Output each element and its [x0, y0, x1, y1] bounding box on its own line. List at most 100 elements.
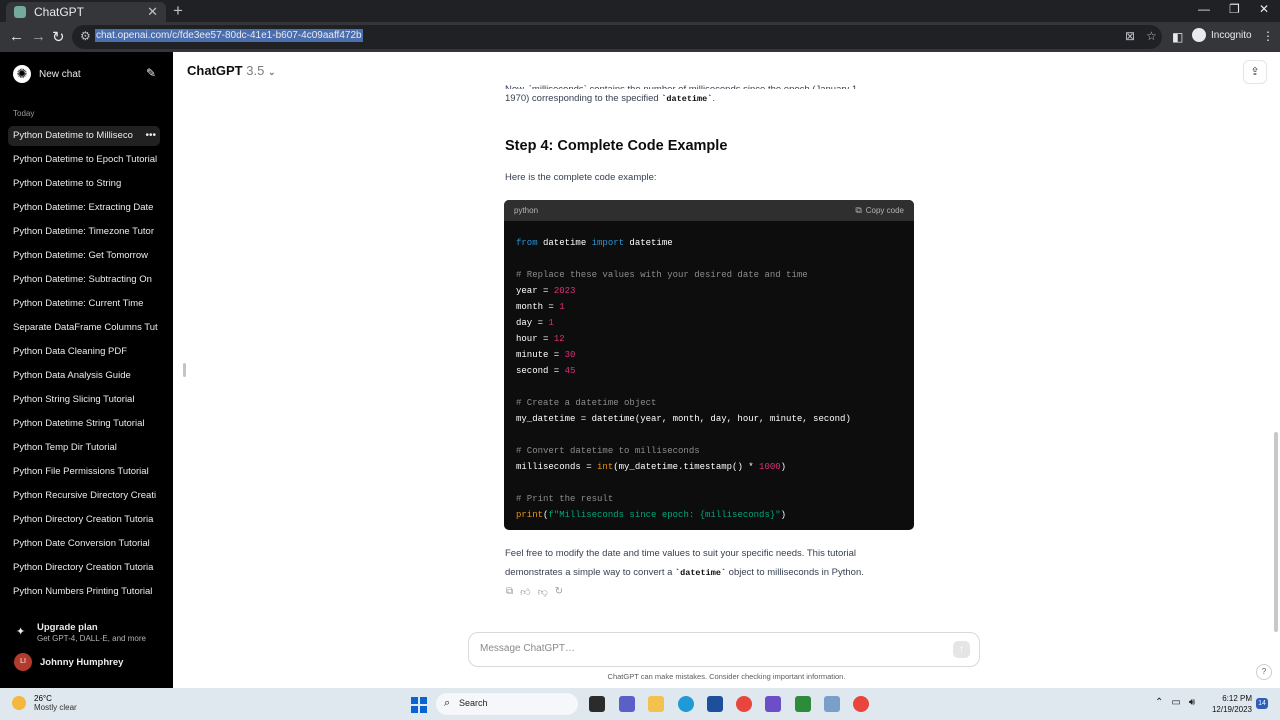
start-button[interactable]: [411, 697, 427, 713]
model-selector[interactable]: ChatGPT 3.5 ⌄: [187, 63, 276, 78]
history-item-label: Python Datetime to String: [13, 178, 122, 189]
chrome-icon[interactable]: [853, 696, 869, 712]
history-item[interactable]: Python Datetime to String: [8, 174, 160, 194]
history-item[interactable]: Python Numbers Printing Tutorial: [8, 582, 160, 602]
app-icon[interactable]: [824, 696, 840, 712]
no-tracking-icon[interactable]: ⊠: [1125, 29, 1135, 43]
close-window-icon[interactable]: ✕: [1259, 2, 1269, 16]
excel-icon[interactable]: [795, 696, 811, 712]
url-text[interactable]: chat.openai.com/c/fde3ee57-80dc-41e1-b60…: [95, 29, 363, 42]
site-info-icon[interactable]: ⚙: [80, 29, 91, 43]
code-line: day = 1: [516, 318, 554, 328]
share-icon: ⇪: [1250, 66, 1260, 78]
disclaimer-text: ChatGPT can make mistakes. Consider chec…: [607, 672, 846, 681]
network-icon[interactable]: ▭: [1171, 697, 1180, 708]
history-item-label: Python File Permissions Tutorial: [13, 466, 149, 477]
history-item-label: Separate DataFrame Columns Tut: [13, 322, 158, 333]
new-chat-button[interactable]: ✺ New chat ✎: [8, 62, 160, 86]
search-label: Search: [459, 698, 488, 708]
clipboard-icon: ⧉: [855, 205, 862, 215]
chevron-up-icon[interactable]: ⌃: [1155, 697, 1163, 708]
user-name: Johnny Humphrey: [40, 656, 124, 668]
share-button[interactable]: ⇪: [1243, 60, 1267, 84]
thumbs-down-icon[interactable]: 👎︎: [538, 586, 548, 598]
file-explorer-icon[interactable]: [648, 696, 664, 712]
history-item[interactable]: Python Datetime: Extracting Date: [8, 198, 160, 218]
close-tab-icon[interactable]: ✕: [147, 4, 158, 20]
weather-widget[interactable]: 26°C Mostly clear: [12, 694, 77, 712]
app-icon[interactable]: [765, 696, 781, 712]
history-item[interactable]: Python Temp Dir Tutorial: [8, 438, 160, 458]
incognito-indicator[interactable]: Incognito: [1192, 28, 1252, 42]
message-placeholder: Message ChatGPT…: [480, 643, 576, 654]
history-item[interactable]: Python String Slicing Tutorial: [8, 390, 160, 410]
inline-code: `datetime`: [661, 94, 713, 104]
history-item-label: Python Temp Dir Tutorial: [13, 442, 117, 453]
volume-icon[interactable]: 🔊︎: [1189, 697, 1195, 708]
edge-icon[interactable]: [678, 696, 694, 712]
taskbar-search[interactable]: ⌕ Search: [436, 693, 578, 715]
chrome-icon[interactable]: [736, 696, 752, 712]
copy-code-label: Copy code: [865, 206, 904, 215]
message-input[interactable]: Message ChatGPT… ↑: [468, 632, 980, 667]
history-item[interactable]: Python Recursive Directory Creati: [8, 486, 160, 506]
more-options-icon[interactable]: •••: [145, 126, 156, 146]
browser-menu-icon[interactable]: ⋮: [1262, 29, 1274, 43]
step-heading: Step 4: Complete Code Example: [505, 138, 728, 154]
section-today: Today: [13, 109, 35, 118]
weather-desc: Mostly clear: [34, 703, 77, 712]
user-menu[interactable]: LI Johnny Humphrey: [14, 653, 123, 671]
history-item[interactable]: Python Data Analysis Guide: [8, 366, 160, 386]
history-item[interactable]: Python Datetime: Timezone Tutor: [8, 222, 160, 242]
history-item[interactable]: Python Datetime: Subtracting On: [8, 270, 160, 290]
store-icon[interactable]: [707, 696, 723, 712]
model-name: ChatGPT: [187, 63, 243, 78]
history-item[interactable]: Python Datetime to Epoch Tutorial: [8, 150, 160, 170]
bookmark-star-icon[interactable]: ☆: [1146, 29, 1157, 43]
browser-tab[interactable]: ChatGPT ✕: [6, 2, 166, 22]
copy-icon[interactable]: ⧉: [506, 586, 513, 598]
history-item[interactable]: Python File Permissions Tutorial: [8, 462, 160, 482]
weather-icon: [12, 696, 26, 710]
history-item-label: Python Datetime to Milliseco: [13, 130, 133, 141]
address-bar[interactable]: ⚙ chat.openai.com/c/fde3ee57-80dc-41e1-b…: [72, 25, 1162, 49]
sidebar-resize-handle[interactable]: [183, 363, 186, 377]
regenerate-icon[interactable]: ↻: [555, 586, 563, 598]
history-item[interactable]: Python Datetime: Current Time: [8, 294, 160, 314]
history-item[interactable]: Python Datetime to Milliseco •••: [8, 126, 160, 146]
sidepanel-icon[interactable]: ◧: [1172, 30, 1183, 44]
clock[interactable]: 6:12 PM 12/19/2023: [1206, 693, 1252, 715]
restore-icon[interactable]: ❐: [1229, 2, 1240, 16]
history-item[interactable]: Python Datetime: Get Tomorrow: [8, 246, 160, 266]
history-item-label: Python Data Cleaning PDF: [13, 346, 128, 357]
send-button[interactable]: ↑: [953, 641, 970, 658]
history-item-label: Python Datetime: Get Tomorrow: [13, 250, 148, 261]
scrollbar[interactable]: [1274, 432, 1278, 632]
thumbs-up-icon[interactable]: 👍︎: [520, 586, 530, 598]
windows-taskbar: 26°C Mostly clear ⌕ Search ⌃ ▭ 🔊︎ 6:12 P…: [0, 688, 1280, 720]
compose-icon[interactable]: ✎: [146, 66, 156, 80]
new-tab-icon[interactable]: +: [173, 1, 183, 21]
forward-icon[interactable]: →: [31, 28, 46, 45]
history-item[interactable]: Python Data Cleaning PDF: [8, 342, 160, 362]
reload-icon[interactable]: ↻: [52, 28, 65, 46]
help-button[interactable]: ?: [1256, 664, 1272, 680]
code-line: # Replace these values with your desired…: [516, 270, 808, 280]
history-item[interactable]: Python Directory Creation Tutoria: [8, 510, 160, 530]
sidebar: ✺ New chat ✎ Today Python Datetime to Mi…: [0, 52, 173, 688]
code-line: minute = 30: [516, 350, 576, 360]
history-item[interactable]: Python Date Conversion Tutorial: [8, 534, 160, 554]
history-item[interactable]: Python Directory Creation Tutoria: [8, 558, 160, 578]
task-view-icon[interactable]: [589, 696, 605, 712]
minimize-icon[interactable]: —: [1198, 2, 1210, 16]
copy-code-button[interactable]: ⧉ Copy code: [855, 205, 904, 216]
upgrade-plan-button[interactable]: ✦ Upgrade plan Get GPT-4, DALL·E, and mo…: [16, 622, 166, 646]
notification-badge[interactable]: 14: [1256, 698, 1268, 709]
history-item[interactable]: Separate DataFrame Columns Tut: [8, 318, 160, 338]
browser-tabbar: ChatGPT ✕ + — ❐ ✕: [0, 0, 1280, 22]
history-item[interactable]: Python Datetime String Tutorial: [8, 414, 160, 434]
back-icon[interactable]: ←: [9, 28, 24, 45]
history-item-label: Python Datetime: Extracting Date: [13, 202, 154, 213]
tab-title: ChatGPT: [34, 5, 85, 19]
teams-chat-icon[interactable]: [619, 696, 635, 712]
